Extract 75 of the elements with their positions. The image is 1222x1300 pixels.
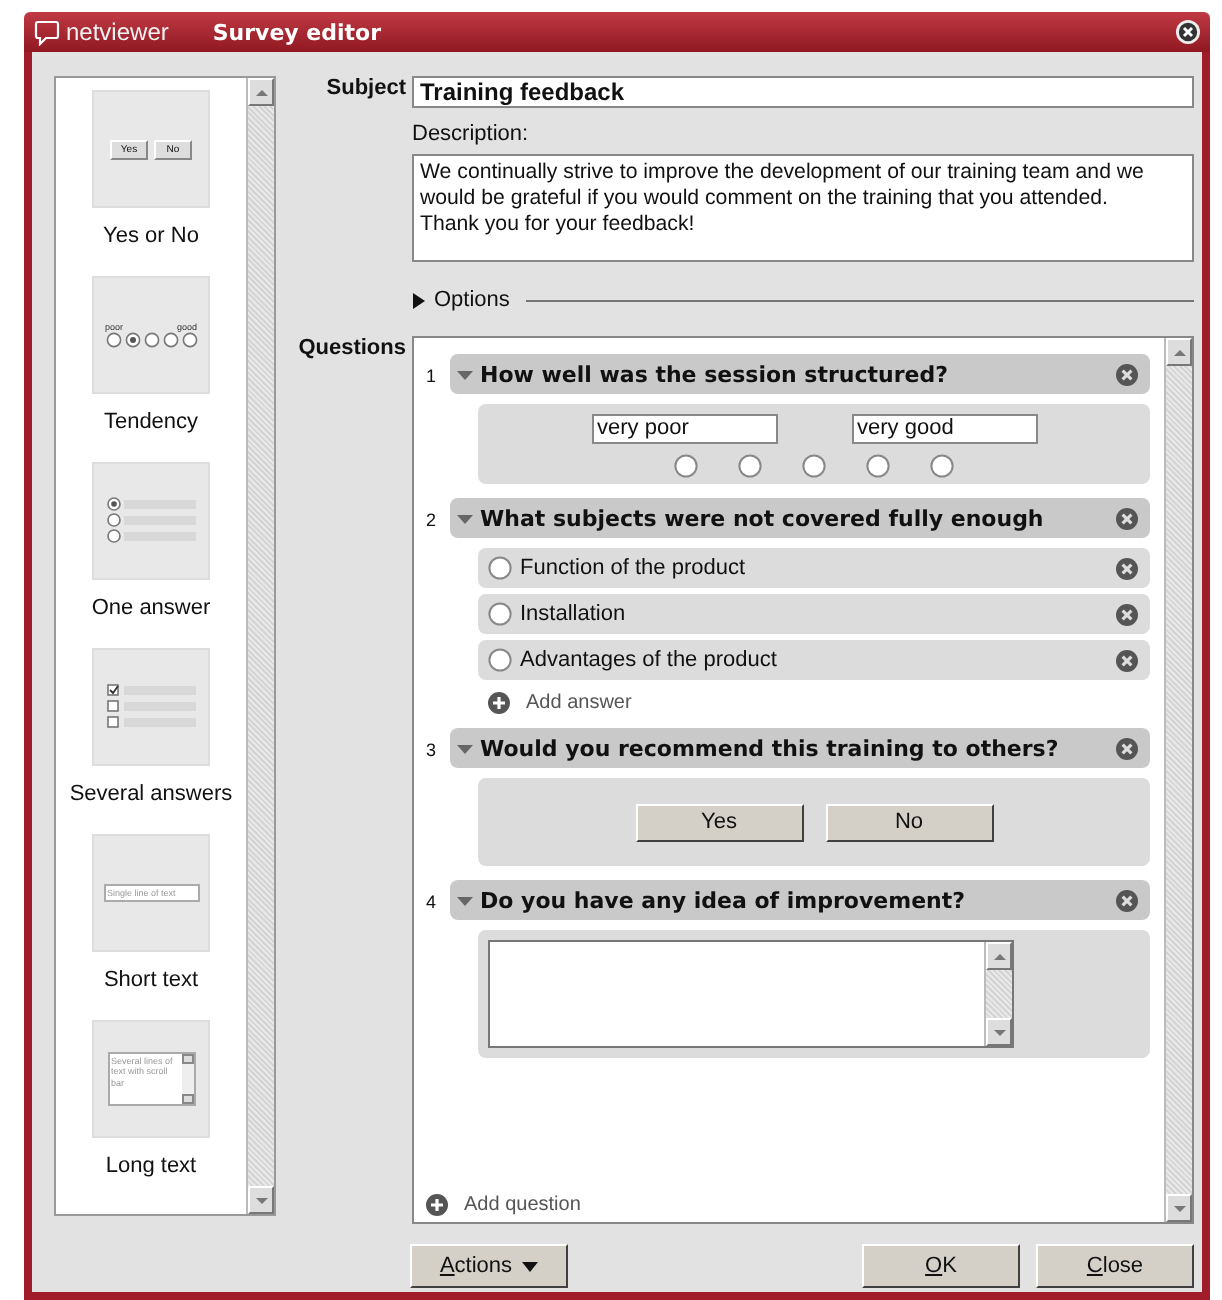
answer-button[interactable]: Yes <box>635 803 803 841</box>
checkbox-list-icon <box>105 681 197 733</box>
remove-icon[interactable] <box>1116 889 1138 911</box>
radio-button[interactable] <box>674 454 698 478</box>
radio-button[interactable] <box>488 648 512 672</box>
remove-icon[interactable] <box>1116 363 1138 385</box>
add-icon[interactable] <box>426 1194 448 1216</box>
collapse-icon[interactable] <box>456 891 474 909</box>
collapse-icon[interactable] <box>456 509 474 527</box>
answer-row[interactable]: Advantages of the product <box>478 640 1150 680</box>
remove-icon[interactable] <box>1116 737 1138 759</box>
template-label: Short text <box>103 968 199 992</box>
field-label: Subject <box>324 76 406 104</box>
ok-button[interactable]: OK <box>862 1244 1020 1288</box>
answer-text: Function of the product <box>520 556 748 580</box>
radio-scale-icon <box>105 332 197 348</box>
low-label-field[interactable]: very poor <box>591 414 777 444</box>
options-toggle[interactable]: Options <box>434 288 510 312</box>
radio-button[interactable] <box>488 602 512 626</box>
radio-button[interactable] <box>488 556 512 580</box>
remove-icon[interactable] <box>1116 603 1138 625</box>
field-label: Description: <box>412 122 531 146</box>
remove-icon[interactable] <box>1116 649 1138 671</box>
template-thumbnail[interactable] <box>92 462 210 580</box>
answer-row[interactable]: Installation <box>478 594 1150 634</box>
close-button[interactable]: Close <box>1036 1244 1194 1288</box>
template-label: Tendency <box>103 410 199 434</box>
question-header[interactable]: Do you have any idea of improvement? <box>450 880 1150 920</box>
answer-text-area[interactable] <box>488 940 1014 1048</box>
add-answer-link[interactable]: Add answer <box>526 692 632 714</box>
add-question-link[interactable]: Add question <box>464 1194 581 1216</box>
template-thumbnail[interactable] <box>92 648 210 766</box>
question-title: Do you have any idea of improvement? <box>480 887 968 913</box>
answer-text: Installation <box>520 602 628 626</box>
scrollbar[interactable] <box>984 942 1012 1046</box>
answer-text: Advantages of the product <box>520 648 779 672</box>
radio-button[interactable] <box>802 454 826 478</box>
question-number: 1 <box>424 364 439 390</box>
caret-icon <box>522 1261 539 1271</box>
question-header[interactable]: Would you recommend this training to others? <box>450 728 1150 768</box>
remove-icon[interactable] <box>1116 507 1138 529</box>
actions-button[interactable]: Actions <box>410 1244 568 1288</box>
scrollbar[interactable] <box>246 78 274 1214</box>
subject-field[interactable]: Training feedback <box>412 76 1194 108</box>
question-header[interactable]: How well was the session structured? <box>450 354 1150 394</box>
template-label: Several answers <box>69 782 233 806</box>
radio-button[interactable] <box>866 454 890 478</box>
remove-icon[interactable] <box>1116 557 1138 579</box>
question-title: How well was the session structured? <box>480 361 950 387</box>
collapse-icon[interactable] <box>456 365 474 383</box>
answer-row[interactable]: Function of the product <box>478 548 1150 588</box>
speech-bubble-icon <box>34 19 60 45</box>
question-number: 4 <box>424 890 439 916</box>
radio-list-icon <box>105 495 197 547</box>
close-icon[interactable] <box>1176 20 1200 44</box>
add-icon[interactable] <box>488 692 510 714</box>
question-header[interactable]: What subjects were not covered fully enough <box>450 498 1150 538</box>
radio-button[interactable] <box>930 454 954 478</box>
field-label: Questions <box>296 336 406 364</box>
description-field[interactable]: We continually strive to improve the development of our training team and we would be grateful if you would comment on the training that you attended. Thank you for your feedback! <box>412 154 1194 262</box>
collapse-icon[interactable] <box>456 739 474 757</box>
scrollbar[interactable] <box>1164 338 1192 1222</box>
template-label: One answer <box>91 596 211 620</box>
question-number: 2 <box>424 508 439 534</box>
high-label-field[interactable]: very good <box>851 414 1037 444</box>
radio-button[interactable] <box>738 454 762 478</box>
question-title: Would you recommend this training to others? <box>480 735 1061 761</box>
question-number: 3 <box>424 738 439 764</box>
window-title: Survey editor <box>212 19 384 45</box>
brand-name: netviewer <box>66 18 169 46</box>
template-label: Yes or No <box>103 224 199 248</box>
answer-button[interactable]: No <box>825 803 993 841</box>
expand-icon[interactable] <box>412 291 426 309</box>
question-title: What subjects were not covered fully enough <box>480 505 1046 531</box>
template-label: Long text <box>105 1154 197 1178</box>
